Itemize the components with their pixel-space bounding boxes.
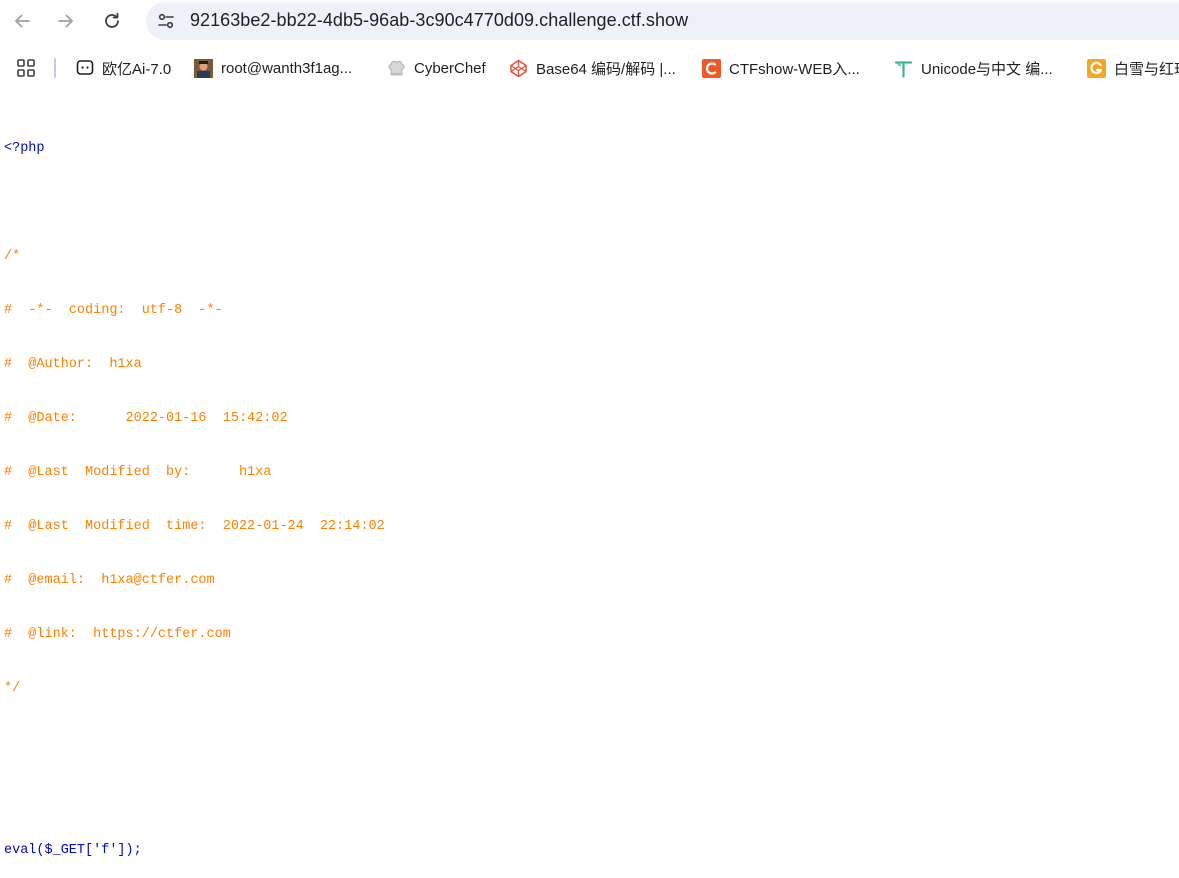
g-letter-icon <box>1087 58 1106 78</box>
eval-code-line: eval($_GET['f']); <box>4 843 142 858</box>
comment-line: # @link: https://ctfer.com <box>4 627 231 642</box>
bookmark-baixue[interactable]: 白雪与红玫 <box>1087 57 1179 79</box>
bookmarks-bar: 欧亿Ai-7.0 root@wanth3f1ag... CyberChef Ba… <box>0 42 1179 92</box>
bookmark-label: CTFshow-WEB入... <box>729 60 860 78</box>
reload-button[interactable] <box>98 7 126 35</box>
php-open-tag: <?php <box>4 141 45 156</box>
bookmark-root[interactable]: root@wanth3f1ag... <box>194 57 352 79</box>
comment-line: # @email: h1xa@ctfer.com <box>4 573 215 588</box>
bookmark-label: Base64 编码/解码 |... <box>536 60 676 78</box>
comment-line: /* <box>4 249 21 264</box>
comment-line: # @Date: 2022-01-16 15:42:02 <box>4 411 288 426</box>
comment-line: # -*- coding: utf-8 -*- <box>4 303 223 318</box>
bookmark-label: root@wanth3f1ag... <box>221 59 353 77</box>
bookmark-label: Unicode与中文 编... <box>921 60 1053 78</box>
forward-button[interactable] <box>52 7 80 35</box>
php-source-code: <?php /* # -*- coding: utf-8 -*- # @Auth… <box>4 104 385 878</box>
apps-grid-icon[interactable] <box>16 58 36 78</box>
bookmark-cyberchef[interactable]: CyberChef <box>387 57 486 79</box>
bookmark-ouyi[interactable]: 欧亿Ai-7.0 <box>75 57 171 79</box>
comment-line: */ <box>4 681 21 696</box>
chat-bubble-icon <box>75 59 94 78</box>
bookmark-ctfshow[interactable]: CTFshow-WEB入... <box>702 57 860 79</box>
bookmark-unicode[interactable]: Unicode与中文 编... <box>894 57 1053 79</box>
comment-line: # @Last Modified time: 2022-01-24 22:14:… <box>4 519 385 534</box>
back-button[interactable] <box>8 7 36 35</box>
ctfshow-c-icon <box>702 58 721 78</box>
avatar-icon <box>194 58 213 78</box>
reload-icon <box>105 12 119 28</box>
codepen-cube-icon <box>509 59 528 78</box>
tune-icon <box>158 13 174 29</box>
bookmark-base64[interactable]: Base64 编码/解码 |... <box>509 57 676 79</box>
bookmarks-separator <box>54 58 56 78</box>
comment-line: # @Last Modified by: h1xa <box>4 465 272 480</box>
chef-hat-icon <box>387 59 406 78</box>
arrow-right-icon <box>58 14 73 28</box>
bookmark-label: 白雪与红玫 <box>1114 60 1179 78</box>
bookmark-label: CyberChef <box>414 59 486 77</box>
address-bar[interactable]: 92163be2-bb22-4db5-96ab-3c90c4770d09.cha… <box>146 2 1179 40</box>
t-letter-icon <box>894 59 913 78</box>
comment-line: # @Author: h1xa <box>4 357 142 372</box>
browser-toolbar: 92163be2-bb22-4db5-96ab-3c90c4770d09.cha… <box>0 0 1179 42</box>
arrow-left-icon <box>15 14 30 28</box>
site-info-button[interactable] <box>152 7 180 35</box>
bookmark-label: 欧亿Ai-7.0 <box>102 60 172 78</box>
url-text[interactable]: 92163be2-bb22-4db5-96ab-3c90c4770d09.cha… <box>190 10 688 31</box>
